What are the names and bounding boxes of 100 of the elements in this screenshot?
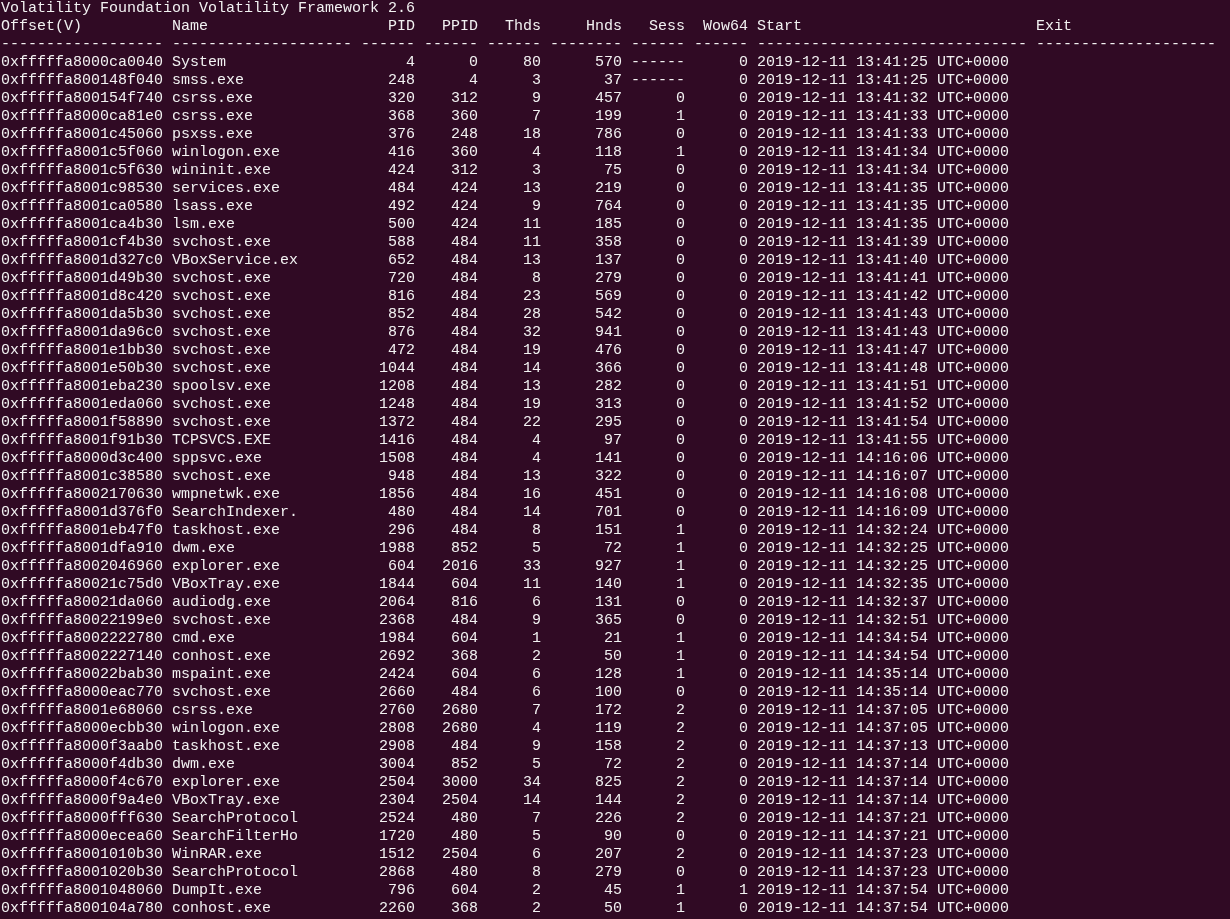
table-cell: 2019-12-11 14:16:07 UTC+0000 <box>757 468 1010 485</box>
table-cell: 2019-12-11 13:41:54 UTC+0000 <box>757 414 1010 431</box>
table-cell: 3000 <box>442 774 479 791</box>
table-cell: 876 <box>388 324 416 341</box>
table-cell: 0 <box>739 594 749 611</box>
table-cell: 7 <box>532 108 542 125</box>
table-cell: svchost.exe <box>172 306 272 323</box>
table-cell: 2019-12-11 13:41:39 UTC+0000 <box>757 234 1010 251</box>
table-cell: 0xfffffa8001c38580 <box>1 468 164 485</box>
table-cell: 0 <box>676 414 686 431</box>
table-cell: 852 <box>451 540 479 557</box>
table-cell: 0xfffffa8001da96c0 <box>1 324 164 341</box>
table-cell: dwm.exe <box>172 756 236 773</box>
table-cell: 1844 <box>379 576 416 593</box>
table-cell: 927 <box>595 558 623 575</box>
table-cell: 2680 <box>442 720 479 737</box>
table-cell: 0xfffffa8001d327c0 <box>1 252 164 269</box>
table-cell: 0 <box>739 756 749 773</box>
table-cell: 1856 <box>379 486 416 503</box>
table-cell: 5 <box>532 756 542 773</box>
table-cell: mspaint.exe <box>172 666 272 683</box>
table-cell: 219 <box>595 180 623 197</box>
table-cell: 226 <box>595 810 623 827</box>
table-cell: 72 <box>604 756 623 773</box>
table-cell: 2 <box>532 648 542 665</box>
table-cell: 0 <box>676 378 686 395</box>
table-cell: 2 <box>676 702 686 719</box>
table-cell: 764 <box>595 198 623 215</box>
table-cell: 604 <box>451 666 479 683</box>
table-cell: taskhost.exe <box>172 738 281 755</box>
table-cell: 2019-12-11 13:41:40 UTC+0000 <box>757 252 1010 269</box>
column-header: PPID <box>442 18 479 35</box>
table-cell: 1988 <box>379 540 416 557</box>
table-cell: 19 <box>523 342 542 359</box>
table-cell: 100 <box>595 684 623 701</box>
table-cell: 296 <box>388 522 416 539</box>
table-cell: 0 <box>469 54 479 71</box>
table-cell: 424 <box>451 180 479 197</box>
table-cell: svchost.exe <box>172 396 272 413</box>
table-cell: 424 <box>388 162 416 179</box>
table-cell: 0xfffffa8002046960 <box>1 558 164 575</box>
header-rule-dashes: ------ <box>424 36 479 53</box>
table-cell: 0xfffffa8000eac770 <box>1 684 164 701</box>
table-cell: 0 <box>739 360 749 377</box>
table-cell: 701 <box>595 504 623 521</box>
table-cell: 0 <box>739 774 749 791</box>
table-cell: 484 <box>451 684 479 701</box>
table-cell: 0 <box>676 684 686 701</box>
table-cell: 2019-12-11 14:34:54 UTC+0000 <box>757 648 1010 665</box>
table-cell: 2019-12-11 14:35:14 UTC+0000 <box>757 666 1010 683</box>
table-cell: 0 <box>676 198 686 215</box>
table-cell: 484 <box>451 270 479 287</box>
table-cell: 312 <box>451 90 479 107</box>
table-cell: 2019-12-11 13:41:34 UTC+0000 <box>757 162 1010 179</box>
table-cell: 32 <box>523 324 542 341</box>
table-cell: 14 <box>523 792 542 809</box>
table-cell: 472 <box>388 342 416 359</box>
table-cell: svchost.exe <box>172 612 272 629</box>
table-cell: 0 <box>739 180 749 197</box>
table-cell: 0 <box>739 810 749 827</box>
table-cell: 2660 <box>379 684 416 701</box>
table-cell: 3 <box>532 72 542 89</box>
table-cell: 9 <box>532 612 542 629</box>
table-cell: explorer.exe <box>172 774 281 791</box>
table-cell: 0 <box>739 522 749 539</box>
table-cell: 0 <box>739 342 749 359</box>
table-cell: 0 <box>676 126 686 143</box>
table-cell: 137 <box>595 252 623 269</box>
table-cell: 0 <box>739 648 749 665</box>
table-cell: 13 <box>523 180 542 197</box>
table-cell: 0 <box>739 468 749 485</box>
table-cell: ------ <box>631 54 686 71</box>
table-cell: 2 <box>676 756 686 773</box>
table-cell: VBoxService.ex <box>172 252 299 269</box>
table-cell: 816 <box>388 288 416 305</box>
table-cell: 2019-12-11 14:32:25 UTC+0000 <box>757 558 1010 575</box>
table-cell: 0xfffffa8002227140 <box>1 648 164 665</box>
table-cell: 2 <box>532 882 542 899</box>
table-cell: 476 <box>595 342 623 359</box>
table-cell: 1 <box>676 576 686 593</box>
table-cell: 9 <box>532 90 542 107</box>
table-cell: 0 <box>676 270 686 287</box>
table-cell: 1512 <box>379 846 416 863</box>
table-cell: 313 <box>595 396 623 413</box>
table-cell: 604 <box>451 882 479 899</box>
table-cell: 131 <box>595 594 623 611</box>
table-cell: 14 <box>523 360 542 377</box>
table-cell: 2019-12-11 13:41:43 UTC+0000 <box>757 306 1010 323</box>
table-cell: 21 <box>604 630 623 647</box>
header-rule-dashes: ------ <box>631 36 686 53</box>
table-cell: SearchFilterHo <box>172 828 299 845</box>
table-cell: 1 <box>532 630 542 647</box>
table-cell: 484 <box>451 738 479 755</box>
table-cell: 2019-12-11 13:41:33 UTC+0000 <box>757 126 1010 143</box>
table-cell: 0 <box>739 486 749 503</box>
table-cell: 0xfffffa80022bab30 <box>1 666 164 683</box>
table-cell: 0 <box>739 720 749 737</box>
table-cell: 0xfffffa80021c75d0 <box>1 576 164 593</box>
table-cell: 2019-12-11 13:41:25 UTC+0000 <box>757 72 1010 89</box>
table-cell: 366 <box>595 360 623 377</box>
